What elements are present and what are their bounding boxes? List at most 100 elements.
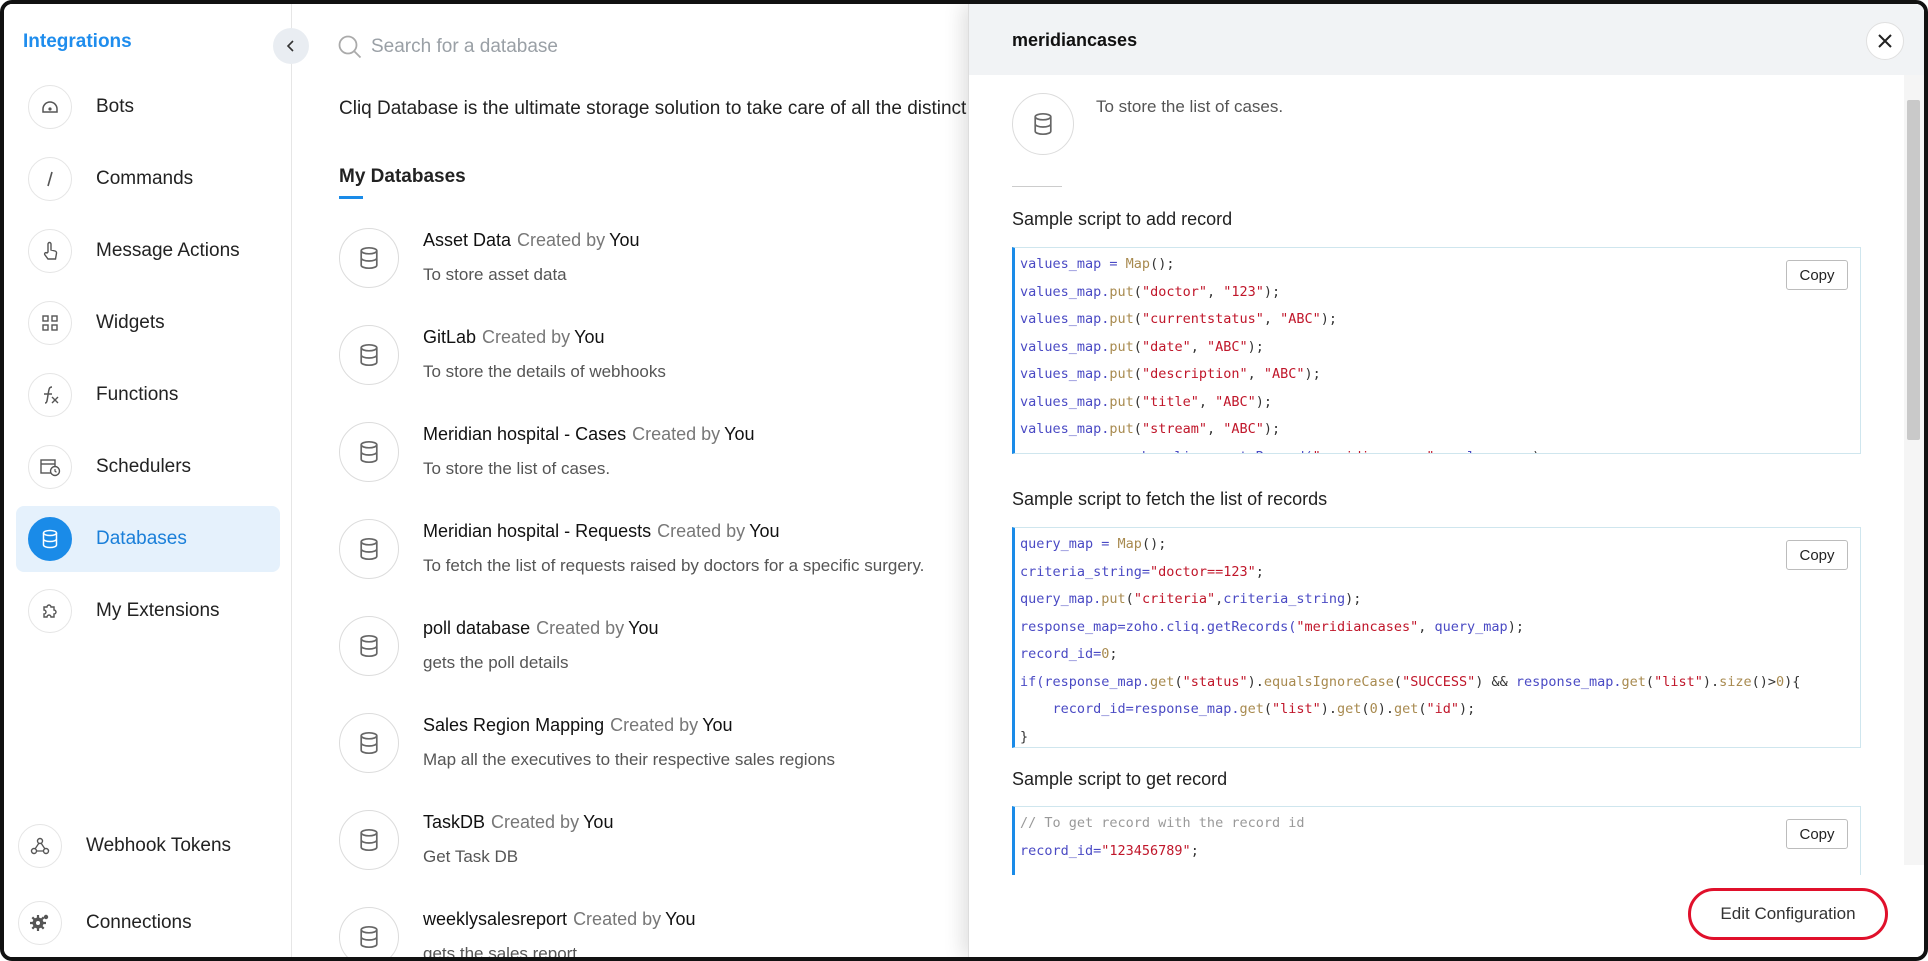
created-by-label: Created by — [573, 909, 662, 929]
get-record-title: Sample script to get record — [1012, 769, 1228, 789]
bot-icon — [28, 85, 72, 129]
database-icon — [339, 519, 399, 579]
list-item[interactable]: Meridian hospital - Cases Created by You T… — [339, 422, 979, 519]
divider — [1012, 186, 1062, 187]
database-name: Meridian hospital - Cases — [423, 424, 627, 444]
sidebar-item-label: Message Actions — [96, 240, 240, 261]
database-description: gets the poll details — [423, 653, 569, 672]
section-title: My Databases — [339, 166, 466, 187]
database-description: gets the sales report — [423, 944, 578, 957]
created-by-label: Created by — [657, 521, 746, 541]
database-description: Map all the executives to their respecti… — [423, 750, 835, 769]
list-item[interactable]: Meridian hospital - Requests Created by Yo… — [339, 519, 979, 616]
sidebar-item-widgets[interactable]: Widgets — [16, 290, 280, 356]
sidebar-item-commands[interactable]: Commands — [16, 146, 280, 212]
created-by-label: Created by — [610, 715, 699, 735]
code-block-get-record[interactable]: // To get record with the record id reco… — [1012, 806, 1861, 875]
sidebar: Integrations Bots Commands Message Actio… — [4, 4, 292, 957]
database-name: TaskDB — [423, 812, 486, 832]
database-name: Asset Data — [423, 230, 512, 250]
puzzle-icon — [28, 589, 72, 633]
database-name: poll database — [423, 618, 531, 638]
copy-button[interactable]: Copy — [1786, 540, 1848, 570]
list-item[interactable]: Asset Data Created by You To store asset d… — [339, 228, 979, 325]
list-item[interactable]: weeklysalesreport Created by You gets the … — [339, 907, 979, 957]
owner-name: You — [724, 424, 755, 444]
collapse-sidebar-button[interactable] — [273, 28, 309, 64]
owner-name: You — [583, 812, 614, 832]
sidebar-title: Integrations — [23, 31, 132, 52]
search-icon — [338, 35, 362, 59]
list-item[interactable]: GitLab Created by You To store the details… — [339, 325, 979, 422]
sidebar-item-label: Functions — [96, 384, 179, 405]
code-block-add-record[interactable]: values_map = Map(); values_map.put("doct… — [1012, 247, 1861, 454]
panel-body: To store the list of cases. Sample scrip… — [969, 75, 1909, 875]
close-icon — [1878, 34, 1892, 48]
panel-title: meridiancases — [1012, 30, 1138, 50]
sidebar-item-label: Commands — [96, 168, 194, 189]
database-icon — [28, 517, 72, 561]
created-by-label: Created by — [536, 618, 625, 638]
sidebar-item-webhook-tokens[interactable]: Webhook Tokens — [18, 824, 282, 868]
database-name: Sales Region Mapping — [423, 715, 605, 735]
slash-icon — [28, 157, 72, 201]
sidebar-item-message-actions[interactable]: Message Actions — [16, 218, 280, 284]
add-record-title: Sample script to add record — [1012, 209, 1233, 229]
owner-name: You — [574, 327, 605, 347]
sidebar-item-functions[interactable]: Functions — [16, 362, 280, 428]
sidebar-item-label: Schedulers — [96, 456, 192, 477]
database-icon — [339, 325, 399, 385]
sidebar-item-my-extensions[interactable]: My Extensions — [16, 578, 280, 644]
close-button[interactable] — [1866, 22, 1904, 60]
sidebar-item-bots[interactable]: Bots — [16, 74, 280, 140]
copy-button[interactable]: Copy — [1786, 260, 1848, 290]
sidebar-item-label: My Extensions — [96, 600, 220, 621]
database-icon — [339, 228, 399, 288]
copy-button[interactable]: Copy — [1786, 819, 1848, 849]
database-description: To fetch the list of requests raised by … — [423, 556, 925, 575]
created-by-label: Created by — [482, 327, 571, 347]
owner-name: You — [702, 715, 733, 735]
section-underline — [339, 196, 363, 199]
owner-name: You — [749, 521, 780, 541]
code-block-fetch-records[interactable]: query_map = Map(); criteria_string="doct… — [1012, 527, 1861, 748]
panel-header: meridiancases — [969, 4, 1924, 75]
created-by-label: Created by — [517, 230, 606, 250]
edit-configuration-button[interactable]: Edit Configuration — [1688, 888, 1888, 940]
sidebar-item-label: Bots — [96, 96, 135, 117]
database-icon — [339, 907, 399, 957]
chevron-left-icon — [286, 40, 294, 52]
search-bar[interactable]: Search for a database — [337, 34, 558, 60]
created-by-label: Created by — [632, 424, 721, 444]
list-item[interactable]: TaskDB Created by You Get Task DB — [339, 810, 979, 907]
sidebar-item-databases[interactable]: Databases — [16, 506, 280, 572]
database-name: weeklysalesreport — [423, 909, 568, 929]
fetch-records-title: Sample script to fetch the list of recor… — [1012, 489, 1328, 509]
webhook-icon — [18, 824, 62, 868]
gear-icon — [18, 901, 62, 945]
database-description: Get Task DB — [423, 847, 519, 866]
intro-text: Cliq Database is the ultimate storage so… — [339, 98, 993, 119]
function-icon — [28, 373, 72, 417]
database-icon — [339, 810, 399, 870]
database-name: Meridian hospital - Requests — [423, 521, 652, 541]
database-description: To store the list of cases. — [423, 459, 611, 478]
sidebar-item-label: Webhook Tokens — [86, 835, 232, 856]
calendar-clock-icon — [28, 445, 72, 489]
database-icon — [1012, 93, 1074, 155]
app-window: Integrations Bots Commands Message Actio… — [0, 0, 1928, 961]
list-item[interactable]: poll database Created by You gets the poll… — [339, 616, 979, 713]
database-name: GitLab — [423, 327, 477, 347]
sidebar-item-connections[interactable]: Connections — [18, 901, 282, 945]
list-item[interactable]: Sales Region Mapping Created by You Map al… — [339, 713, 979, 810]
sidebar-item-label: Connections — [86, 912, 192, 933]
sidebar-item-schedulers[interactable]: Schedulers — [16, 434, 280, 500]
database-icon — [339, 422, 399, 482]
owner-name: You — [628, 618, 659, 638]
database-detail-panel: meridiancases To store the list of cases… — [968, 4, 1924, 957]
owner-name: You — [665, 909, 696, 929]
hand-pointer-icon — [28, 229, 72, 273]
database-description: To store the details of webhooks — [423, 362, 666, 381]
search-input[interactable]: Search for a database — [371, 36, 558, 58]
grid-icon — [28, 301, 72, 345]
